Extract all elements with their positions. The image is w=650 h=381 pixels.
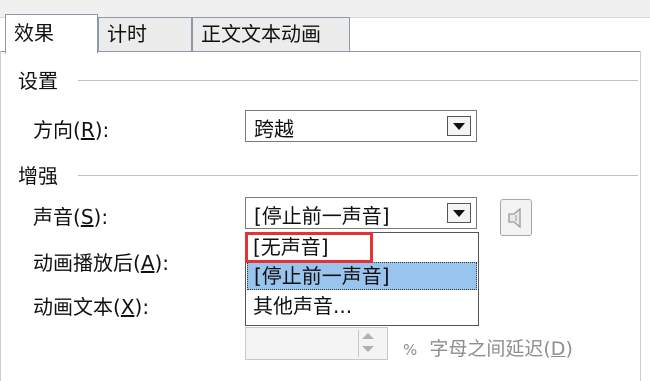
dropdown-arrow-icon[interactable] xyxy=(447,203,471,223)
sound-dropdown[interactable]: [停止前一声音] xyxy=(245,197,477,229)
enhance-group-label: 增强 xyxy=(18,164,58,188)
animate-text-label: 动画文本(X): xyxy=(33,295,150,319)
panel-border-left xyxy=(0,51,1,381)
tab-timing[interactable]: 计时 xyxy=(98,17,192,51)
enhance-separator xyxy=(78,175,638,176)
option-other-sound[interactable]: 其他声音... xyxy=(247,292,477,320)
sound-label: 声音(S): xyxy=(33,205,109,229)
panel-border-right xyxy=(640,51,641,381)
tab-effect[interactable]: 效果 xyxy=(5,14,98,54)
spin-up-icon[interactable] xyxy=(362,333,374,339)
settings-separator xyxy=(78,80,638,81)
delay-spinner[interactable] xyxy=(245,327,388,360)
play-sound-button[interactable] xyxy=(500,199,532,236)
delay-label: % 字母之间延迟(D) xyxy=(403,338,573,360)
speaker-icon xyxy=(508,207,521,228)
direction-dropdown[interactable]: 跨越 xyxy=(245,110,477,142)
direction-value: 跨越 xyxy=(254,117,294,141)
after-animation-label: 动画播放后(A): xyxy=(33,251,170,275)
sound-value: [停止前一声音] xyxy=(254,204,390,228)
tab-text-animation[interactable]: 正文文本动画 xyxy=(192,17,350,51)
settings-group-label: 设置 xyxy=(18,69,58,93)
option-stop-previous-sound[interactable]: [停止前一声音] xyxy=(247,262,477,290)
highlight-box xyxy=(245,232,373,263)
dropdown-arrow-icon[interactable] xyxy=(447,116,471,136)
spin-down-icon[interactable] xyxy=(362,346,374,352)
direction-label: 方向(R): xyxy=(33,118,110,142)
